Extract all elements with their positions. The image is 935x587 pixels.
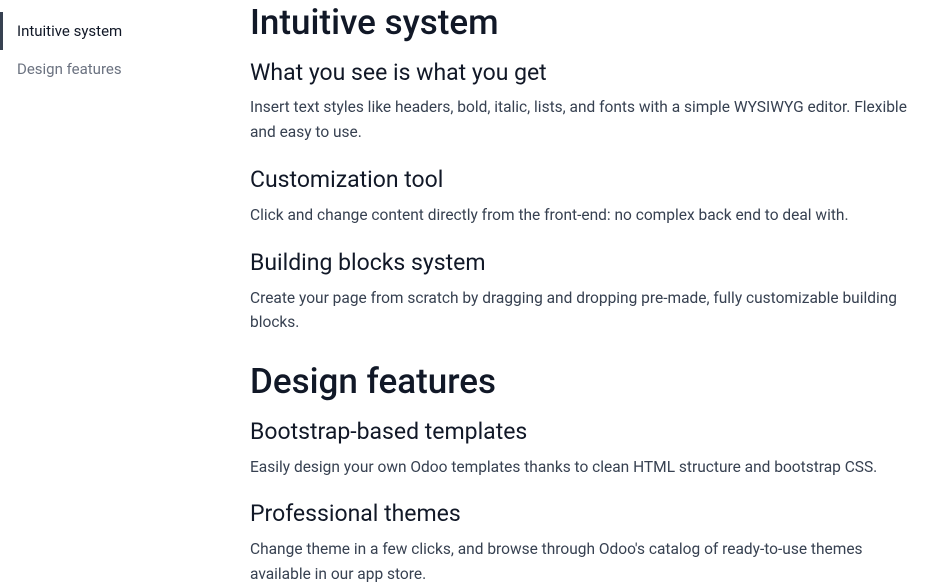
subsection-title: Bootstrap-based templates [250, 417, 925, 447]
subsection-title: Professional themes [250, 499, 925, 529]
section-intuitive-system: Intuitive system What you see is what yo… [250, 0, 925, 335]
subsection-body: Change theme in a few clicks, and browse… [250, 537, 925, 587]
subsection-bootstrap: Bootstrap-based templates Easily design … [250, 417, 925, 480]
subsection-body: Easily design your own Odoo templates th… [250, 455, 925, 480]
main-content: Intuitive system What you see is what yo… [250, 0, 935, 568]
toc-item-intuitive-system[interactable]: Intuitive system [0, 12, 250, 50]
subsection-body: Create your page from scratch by draggin… [250, 286, 925, 336]
subsection-customization: Customization tool Click and change cont… [250, 165, 925, 228]
subsection-themes: Professional themes Change theme in a fe… [250, 499, 925, 586]
subsection-title: What you see is what you get [250, 58, 925, 88]
toc-item-design-features[interactable]: Design features [0, 50, 250, 88]
toc-item-label: Design features [17, 60, 122, 78]
section-design-features: Design features Bootstrap-based template… [250, 359, 925, 587]
subsection-body: Click and change content directly from t… [250, 203, 925, 228]
section-title: Intuitive system [250, 0, 925, 46]
subsection-title: Building blocks system [250, 248, 925, 278]
table-of-contents: Intuitive system Design features [0, 0, 250, 568]
subsection-title: Customization tool [250, 165, 925, 195]
toc-item-label: Intuitive system [17, 22, 122, 40]
subsection-body: Insert text styles like headers, bold, i… [250, 95, 925, 145]
subsection-building-blocks: Building blocks system Create your page … [250, 248, 925, 335]
section-title: Design features [250, 359, 925, 405]
subsection-wysiwyg: What you see is what you get Insert text… [250, 58, 925, 145]
